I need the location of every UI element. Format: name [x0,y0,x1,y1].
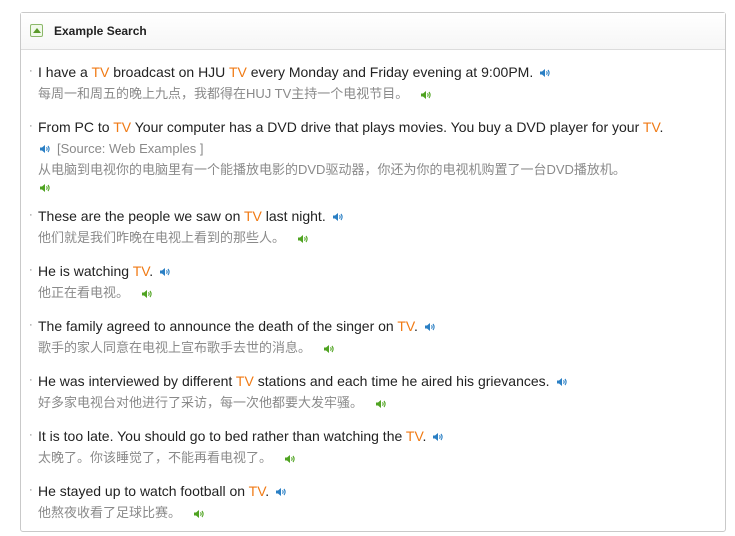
english-sentence: The family agreed to announce the death … [38,316,725,337]
chinese-translation: 每周一和周五的晚上九点，我都得在HUJ TV主持一个电视节目。 [38,83,725,104]
highlight-keyword: TV [91,64,110,80]
translation-text: 他正在看电视。 [38,285,130,300]
sentence-text: last night. [261,208,326,224]
translation-text: 他们就是我们昨晚在电视上看到的那些人。 [38,230,286,245]
bullet: · [29,429,33,441]
bullet: · [29,209,33,221]
highlight-keyword: TV [405,428,423,444]
english-sentence: He stayed up to watch football on TV. [38,481,725,502]
speaker-icon[interactable] [275,487,287,497]
speaker-icon[interactable] [284,454,296,464]
sentence-text: stations and each time he aired his grie… [253,373,550,389]
collapse-toggle-icon[interactable] [30,24,43,37]
speaker-icon[interactable] [375,399,387,409]
sentence-text: He was interviewed by different [38,373,236,389]
highlight-keyword: TV [132,263,150,279]
translation-text: 好多家电视台对他进行了采访，每一次他都要大发牢骚。 [38,395,364,410]
highlight-keyword: TV [235,373,254,389]
highlight-keyword: TV [244,208,262,224]
sentence-text: . [422,428,427,444]
highlight-keyword: TV [642,119,660,135]
speaker-icon[interactable] [39,183,51,193]
speaker-icon[interactable] [556,377,568,387]
translation-text: 从电脑到电视你的电脑里有一个能播放电影的DVD驱动器，你还为你的电视机购置了一台… [38,162,626,177]
speaker-icon[interactable] [424,322,436,332]
speaker-icon[interactable] [432,432,444,442]
sentence-text: . [149,263,154,279]
chinese-translation: 太晚了。你该睡觉了，不能再看电视了。 [38,447,725,468]
panel-title: Example Search [54,24,147,38]
example-item: · He is watching TV. 他正在看电视。 [27,261,725,303]
sentence-text: broadcast on HJU [109,64,229,80]
speaker-icon[interactable] [420,90,432,100]
highlight-keyword: TV [248,483,266,499]
sentence-text: . [659,119,664,135]
highlight-keyword: TV [113,119,132,135]
example-item: · He stayed up to watch football on TV. 他熬… [27,481,725,523]
bullet: · [29,264,33,276]
english-sentence: It is too late. You should go to bed rat… [38,426,725,447]
sentence-text: . [413,318,418,334]
sentence-text: It is too late. You should go to bed rat… [38,428,406,444]
example-search-panel: Example Search · I have a TV broadcast on… [20,12,726,532]
chinese-translation: 他熬夜收看了足球比赛。 [38,502,725,523]
english-sentence: From PC to TV Your computer has a DVD dr… [38,117,725,138]
highlight-keyword: TV [397,318,414,334]
panel-header: Example Search [21,13,725,50]
chinese-translation: 他们就是我们昨晚在电视上看到的那些人。 [38,227,725,248]
english-sentence: He was interviewed by different TV stati… [38,371,725,392]
sentence-text: From PC to [38,119,114,135]
english-sentence: I have a TV broadcast on HJU TV every Mo… [38,62,725,83]
example-list: · I have a TV broadcast on HJU TV every M… [27,62,725,536]
speaker-icon[interactable] [39,144,51,154]
chinese-translation: 从电脑到电视你的电脑里有一个能播放电影的DVD驱动器，你还为你的电视机购置了一台… [38,159,725,180]
speaker-icon[interactable] [323,344,335,354]
sentence-text: . [265,483,270,499]
example-item: · He was interviewed by different TV stat… [27,371,725,413]
sentence-text: every Monday and Friday evening at 9:00P… [246,64,534,80]
bullet: · [29,484,33,496]
speaker-icon[interactable] [159,267,171,277]
sentence-text: These are the people we saw on [38,208,244,224]
speaker-icon[interactable] [141,289,153,299]
chinese-translation: 好多家电视台对他进行了采访，每一次他都要大发牢骚。 [38,392,725,413]
example-item: · These are the people we saw on TV last … [27,206,725,248]
bullet: · [29,120,33,132]
english-sentence: He is watching TV. [38,261,725,282]
example-item: · The family agreed to announce the death… [27,316,725,358]
highlight-keyword: TV [228,64,247,80]
translation-text: 太晚了。你该睡觉了，不能再看电视了。 [38,450,273,465]
sentence-text: The family agreed to announce the death … [38,318,398,334]
example-item: · It is too late. You should go to bed ra… [27,426,725,468]
translation-text: 歌手的家人同意在电视上宣布歌手去世的消息。 [38,340,312,355]
sentence-text: Your computer has a DVD drive that plays… [131,119,643,135]
translation-text: 他熬夜收看了足球比赛。 [38,505,182,520]
sentence-text: He is watching [38,263,133,279]
speaker-icon[interactable] [297,234,309,244]
source-label: [Source: Web Examples ] [57,141,204,156]
sentence-text: I have a [38,64,92,80]
bullet: · [29,65,33,77]
example-item: · From PC to TV Your computer has a DVD d… [27,117,725,193]
example-item: · I have a TV broadcast on HJU TV every M… [27,62,725,104]
source-line: [Source: Web Examples ] [38,138,725,159]
speaker-icon[interactable] [332,212,344,222]
chinese-translation: 他正在看电视。 [38,282,725,303]
translation-text: 每周一和周五的晚上九点，我都得在HUJ TV主持一个电视节目。 [38,86,409,101]
bullet: · [29,319,33,331]
english-sentence: These are the people we saw on TV last n… [38,206,725,227]
bullet: · [29,374,33,386]
sentence-text: He stayed up to watch football on [38,483,249,499]
speaker-icon[interactable] [539,68,551,78]
chinese-translation: 歌手的家人同意在电视上宣布歌手去世的消息。 [38,337,725,358]
